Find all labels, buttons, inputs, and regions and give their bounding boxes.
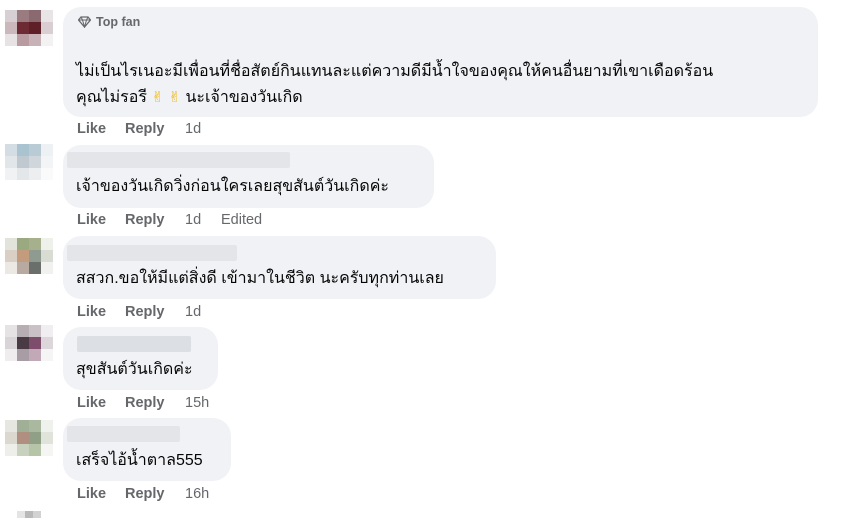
commenter-name[interactable]	[67, 426, 180, 442]
comment-bubble: Top fan ไม่เป็นไรเนอะมีเพื่อนที่ชื่อสัตย…	[63, 7, 818, 117]
victory-hand-emoji: ✌	[151, 89, 164, 106]
top-fan-label: Top fan	[96, 15, 141, 29]
timestamp[interactable]: 16h	[185, 486, 235, 502]
avatar[interactable]	[5, 10, 53, 58]
comment-bubble: สสวก.ขอให้มีแต่สิ่งดี เข้ามาในชีวิต นะคร…	[63, 236, 496, 299]
top-fan-badge: Top fan	[78, 15, 140, 29]
reply-button[interactable]: Reply	[125, 121, 185, 137]
reply-button[interactable]: Reply	[125, 212, 185, 228]
like-button[interactable]: Like	[77, 486, 125, 502]
comment-text: เจ้าของวันเกิดวิ่งก่อนใครเลยสุขสันต์วันเ…	[76, 178, 390, 195]
comment-actions: Like Reply 15h	[77, 395, 235, 411]
avatar[interactable]	[5, 144, 53, 192]
comment-text: เสร็จไอ้น้ำตาล555	[76, 452, 203, 469]
commenter-name[interactable]	[77, 336, 191, 352]
like-button[interactable]: Like	[77, 395, 125, 411]
diamond-icon	[78, 16, 91, 28]
comment-text: ไม่เป็นไรเนอะมีเพื่อนที่ชื่อสัตย์กินแทนล…	[76, 63, 714, 80]
comment-bubble: สุขสันต์วันเกิดค่ะ	[63, 327, 218, 390]
reply-button[interactable]: Reply	[125, 304, 185, 320]
comment-text-line2: คุณไม่รอรี ✌ ✌ นะเจ้าของวันเกิด	[76, 89, 303, 106]
like-button[interactable]: Like	[77, 212, 125, 228]
avatar[interactable]	[5, 420, 53, 468]
comment-actions: Like Reply 1d Edited	[77, 212, 281, 228]
avatar[interactable]	[17, 511, 41, 518]
like-button[interactable]: Like	[77, 304, 125, 320]
reply-button[interactable]: Reply	[125, 395, 185, 411]
comment-bubble: เสร็จไอ้น้ำตาล555	[63, 418, 231, 481]
edited-label: Edited	[221, 212, 263, 228]
like-button[interactable]: Like	[77, 121, 125, 137]
timestamp[interactable]: 1d	[185, 121, 235, 137]
avatar[interactable]	[5, 325, 53, 373]
timestamp[interactable]: 1d	[185, 304, 235, 320]
timestamp[interactable]: 1d	[185, 212, 221, 228]
comment-actions: Like Reply 1d	[77, 304, 235, 320]
timestamp[interactable]: 15h	[185, 395, 235, 411]
avatar[interactable]	[5, 238, 53, 286]
comment-actions: Like Reply 16h	[77, 486, 235, 502]
comment-actions: Like Reply 1d	[77, 121, 235, 137]
comment-text: สสวก.ขอให้มีแต่สิ่งดี เข้ามาในชีวิต นะคร…	[76, 270, 444, 287]
victory-hand-emoji: ✌	[168, 89, 181, 106]
comment-text: สุขสันต์วันเกิดค่ะ	[76, 361, 193, 378]
reply-button[interactable]: Reply	[125, 486, 185, 502]
commenter-name[interactable]	[67, 152, 290, 168]
commenter-name[interactable]	[67, 245, 237, 261]
comment-bubble: เจ้าของวันเกิดวิ่งก่อนใครเลยสุขสันต์วันเ…	[63, 145, 434, 208]
